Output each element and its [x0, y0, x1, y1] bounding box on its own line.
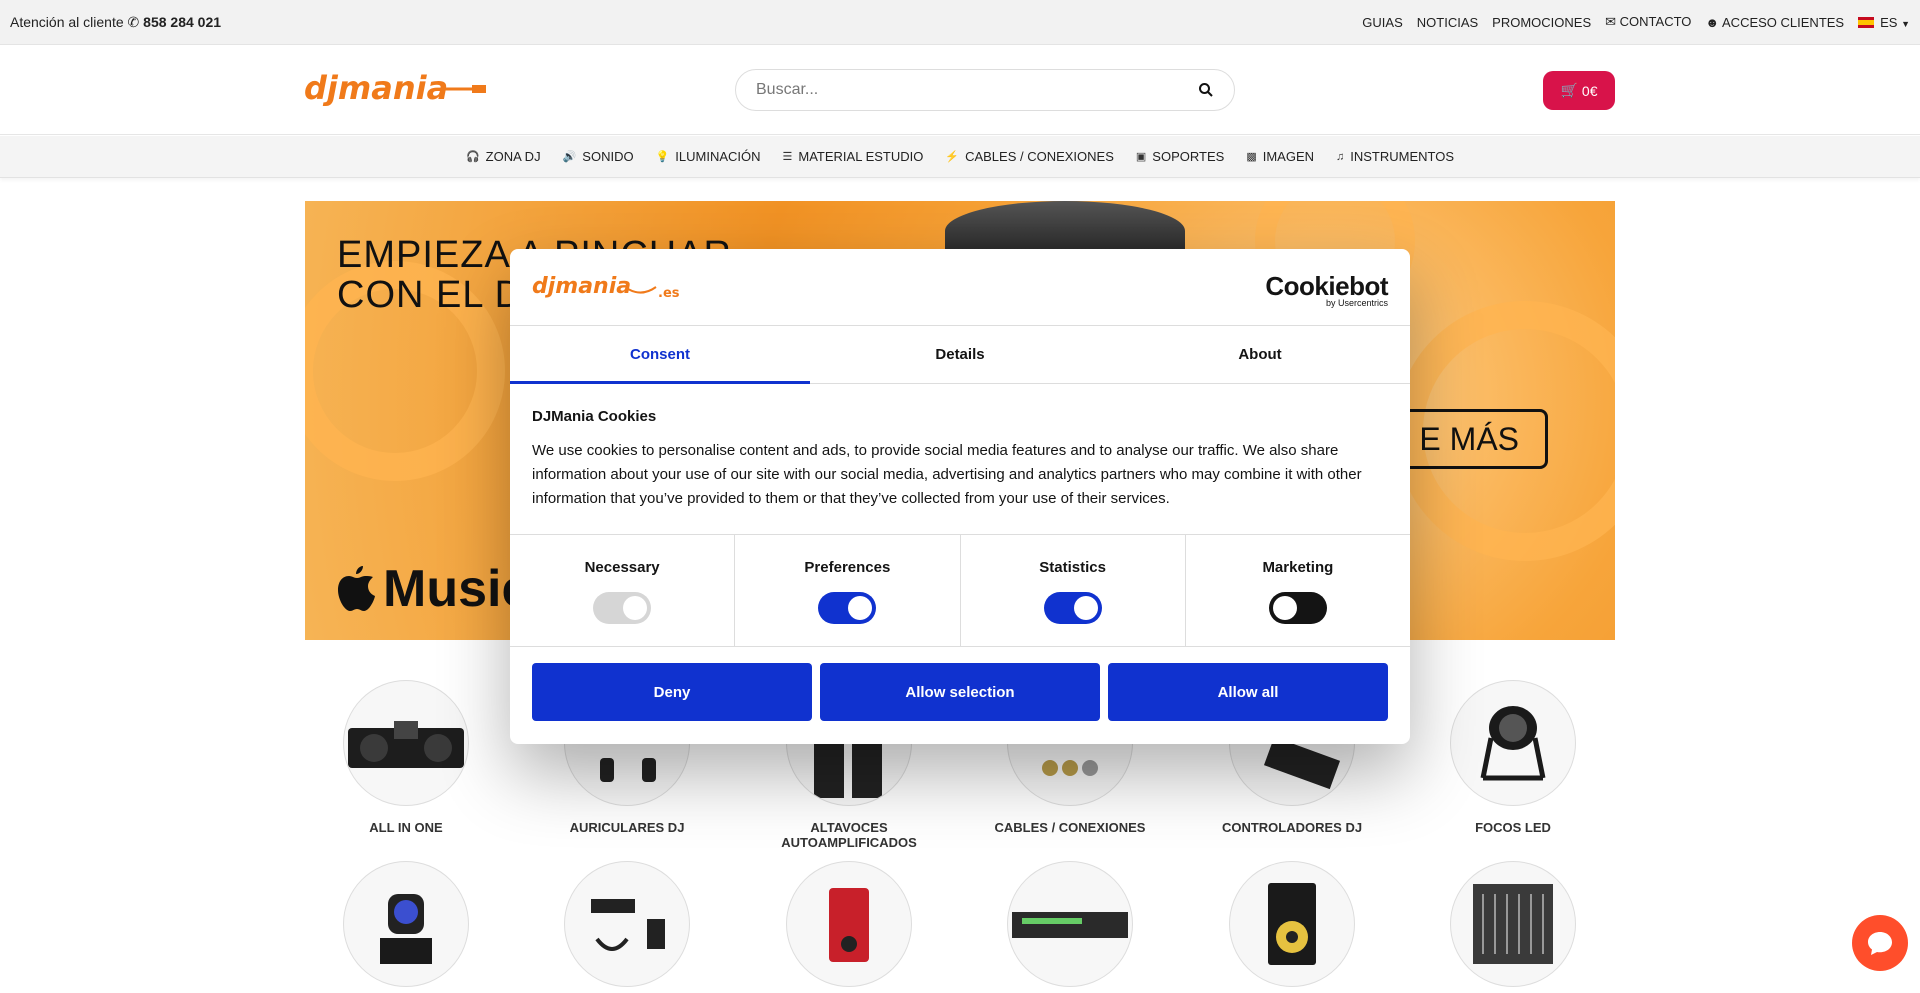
allow-all-button[interactable]: Allow all — [1108, 663, 1388, 721]
cookie-tabs: Consent Details About — [510, 326, 1410, 384]
toggle-label: Necessary — [584, 559, 660, 576]
toggle-label: Statistics — [1039, 559, 1106, 576]
tab-consent[interactable]: Consent — [510, 326, 810, 384]
cookie-title: DJMania Cookies — [532, 408, 657, 425]
toggle-label: Preferences — [804, 559, 891, 576]
deny-button[interactable]: Deny — [532, 663, 812, 721]
toggle-group-statistics: Statistics — [961, 535, 1186, 646]
cookie-overlay: djmania .es Cookiebot by Usercentrics Co… — [0, 0, 1920, 993]
chat-button[interactable] — [1852, 915, 1908, 971]
tab-about[interactable]: About — [1110, 326, 1410, 383]
cookie-buttons: Deny Allow selection Allow all — [510, 647, 1410, 737]
djmania-es-logo: djmania .es — [532, 274, 680, 301]
toggle-group-necessary: Necessary — [510, 535, 736, 646]
cookiebot-name: Cookiebot — [1265, 271, 1388, 301]
toggle-label: Marketing — [1262, 559, 1334, 576]
necessary-toggle — [593, 592, 652, 624]
statistics-toggle[interactable] — [1043, 592, 1102, 624]
preferences-toggle[interactable] — [818, 592, 877, 624]
chat-bubble-icon — [1868, 932, 1892, 955]
cookie-logo-suffix: .es — [658, 286, 680, 301]
toggle-group-marketing: Marketing — [1186, 535, 1410, 646]
cookie-body: DJMania Cookies We use cookies to person… — [510, 384, 1410, 534]
cookie-description: We use cookies to personalise content an… — [532, 442, 1362, 507]
toggle-group-preferences: Preferences — [735, 535, 961, 646]
cookiebot-logo[interactable]: Cookiebot by Usercentrics — [1265, 273, 1388, 308]
allow-selection-button[interactable]: Allow selection — [820, 663, 1100, 721]
marketing-toggle[interactable] — [1268, 592, 1327, 624]
cookie-toggles: Necessary Preferences Statistics Marketi… — [510, 534, 1410, 647]
cookie-consent-dialog: djmania .es Cookiebot by Usercentrics Co… — [510, 249, 1410, 744]
tab-details[interactable]: Details — [810, 326, 1110, 383]
cookie-logo-text: djmania — [532, 274, 631, 299]
cookie-dialog-header: djmania .es Cookiebot by Usercentrics — [510, 249, 1410, 326]
